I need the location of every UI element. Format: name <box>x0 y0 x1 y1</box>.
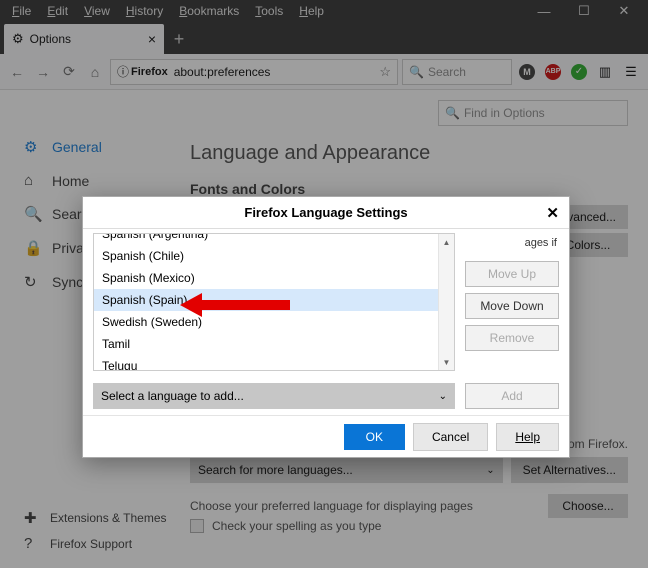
add-language-dropdown[interactable]: Select a language to add...⌄ <box>93 383 455 409</box>
list-item[interactable]: Spanish (Chile) <box>94 245 454 267</box>
chevron-down-icon: ⌄ <box>439 391 447 402</box>
move-down-button[interactable]: Move Down <box>465 293 559 319</box>
list-item-selected[interactable]: Spanish (Spain) <box>94 289 454 311</box>
dialog-title: Firefox Language Settings <box>244 205 407 220</box>
help-button[interactable]: Help <box>496 423 559 451</box>
scroll-down-icon[interactable]: ▼ <box>439 354 454 370</box>
dialog-footer: OK Cancel Help <box>83 415 569 457</box>
dialog-side-buttons: ages if Move Up Move Down Remove <box>465 233 559 371</box>
add-button[interactable]: Add <box>465 383 559 409</box>
dialog-close-icon[interactable]: ✕ <box>546 204 559 222</box>
list-item[interactable]: Spanish (Mexico) <box>94 267 454 289</box>
language-listbox[interactable]: Spanish (Argentina) Spanish (Chile) Span… <box>93 233 455 371</box>
list-item[interactable]: Swedish (Sweden) <box>94 311 454 333</box>
scroll-up-icon[interactable]: ▲ <box>439 234 454 250</box>
ok-button[interactable]: OK <box>344 424 405 450</box>
list-item[interactable]: Telugu <box>94 355 454 371</box>
remove-button[interactable]: Remove <box>465 325 559 351</box>
cancel-button[interactable]: Cancel <box>413 423 488 451</box>
language-settings-dialog: Firefox Language Settings ✕ Spanish (Arg… <box>82 196 570 458</box>
dialog-title-bar: Firefox Language Settings ✕ <box>83 197 569 229</box>
move-up-button[interactable]: Move Up <box>465 261 559 287</box>
list-item[interactable]: Tamil <box>94 333 454 355</box>
list-item[interactable]: Spanish (Argentina) <box>94 233 454 245</box>
text-fragment: ages if <box>465 237 559 249</box>
scrollbar[interactable]: ▲ ▼ <box>438 234 454 370</box>
